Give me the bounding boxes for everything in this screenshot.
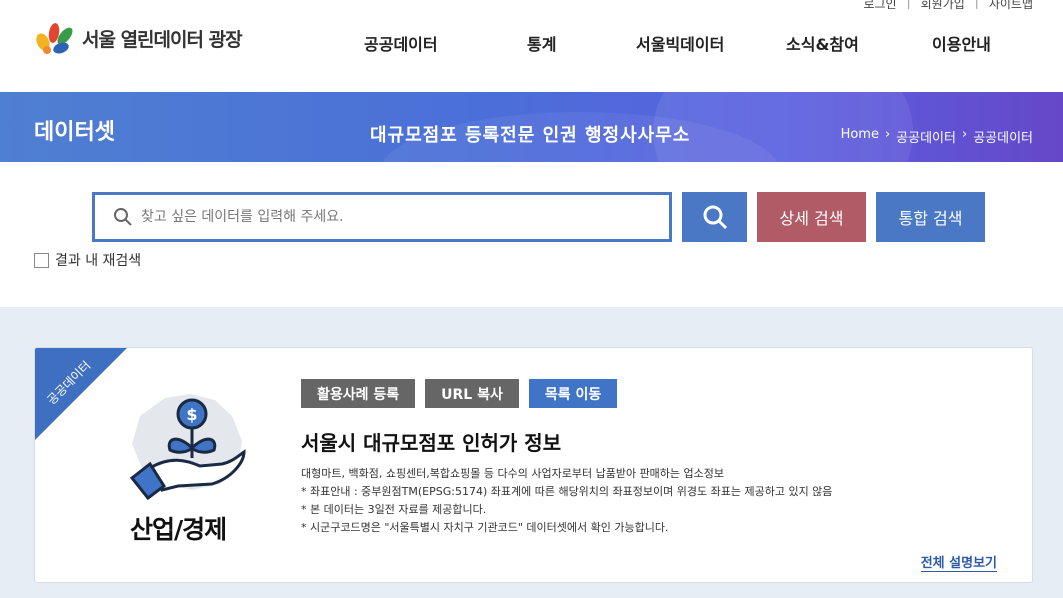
breadcrumb: Home › 공공데이터 › 공공데이터 bbox=[841, 127, 1033, 146]
signup-link[interactable]: 회원가입 bbox=[921, 0, 965, 12]
description-line: 대형마트, 백화점, 쇼핑센터,복합쇼핑몰 등 다수의 사업자로부터 납품받아 … bbox=[301, 467, 725, 480]
search-button[interactable] bbox=[682, 192, 747, 242]
breadcrumb-item[interactable]: 공공데이터 bbox=[973, 127, 1033, 146]
description-line: * 시군구코드명은 "서울특별시 자치구 기관코드" 데이터셋에서 확인 가능합… bbox=[301, 521, 669, 534]
page-banner: 데이터셋 대규모점포 등록전문 인권 행정사사무소 Home › 공공데이터 ›… bbox=[0, 92, 1063, 162]
integrated-search-button[interactable]: 통합 검색 bbox=[876, 192, 985, 242]
nav-seoul-bigdata[interactable]: 서울빅데이터 bbox=[636, 31, 724, 55]
money-plant-icon: $ bbox=[129, 394, 246, 501]
copy-url-button[interactable]: URL 복사 bbox=[425, 379, 519, 408]
research-checkbox[interactable] bbox=[34, 252, 49, 268]
description-line: * 좌표안내 : 중부원점TM(EPSG:5174) 좌표계에 따른 해당위치의… bbox=[301, 485, 833, 498]
divider: | bbox=[906, 0, 911, 9]
register-usecase-button[interactable]: 활용사례 등록 bbox=[301, 379, 416, 408]
search-icon bbox=[114, 208, 132, 226]
category-label: 산업/경제 bbox=[130, 515, 227, 544]
breadcrumb-item[interactable]: 공공데이터 bbox=[896, 127, 956, 146]
research-within-results[interactable]: 결과 내 재검색 bbox=[34, 250, 141, 270]
nav-statistics[interactable]: 통계 bbox=[527, 31, 556, 55]
chevron-right-icon: › bbox=[884, 127, 891, 142]
search-box bbox=[92, 192, 672, 242]
dataset-title: 서울시 대규모점포 인허가 정보 bbox=[301, 431, 562, 455]
nav-public-data[interactable]: 공공데이터 bbox=[364, 31, 438, 55]
login-link[interactable]: 로그인 bbox=[863, 0, 896, 12]
page-title: 데이터셋 bbox=[34, 120, 115, 145]
view-full-description-link[interactable]: 전체 설명보기 bbox=[920, 552, 997, 572]
main-nav: 공공데이터 통계 서울빅데이터 소식&참여 이용안내 bbox=[0, 31, 1063, 55]
svg-text:$: $ bbox=[186, 405, 197, 424]
go-to-list-button[interactable]: 목록 이동 bbox=[528, 379, 618, 408]
detail-search-button[interactable]: 상세 검색 bbox=[757, 192, 866, 242]
description-line: * 본 데이터는 3일전 자료를 제공합니다. bbox=[301, 503, 487, 516]
search-icon bbox=[703, 205, 727, 230]
divider: | bbox=[974, 0, 979, 9]
research-label: 결과 내 재검색 bbox=[55, 253, 142, 269]
card-actions: 활용사례 등록 URL 복사 목록 이동 bbox=[301, 379, 618, 408]
nav-news-participation[interactable]: 소식&참여 bbox=[786, 31, 859, 55]
dataset-description: 대형마트, 백화점, 쇼핑센터,복합쇼핑몰 등 다수의 사업자로부터 납품받아 … bbox=[301, 465, 832, 537]
sitemap-link[interactable]: 사이트맵 bbox=[989, 0, 1033, 12]
nav-guide[interactable]: 이용안내 bbox=[932, 31, 991, 55]
utility-links: 로그인 | 회원가입 | 사이트맵 bbox=[863, 0, 1033, 12]
category-ribbon: 공공데이터 bbox=[35, 348, 127, 440]
breadcrumb-home[interactable]: Home bbox=[841, 127, 879, 146]
banner-subtitle: 대규모점포 등록전문 인권 행정사사무소 bbox=[370, 125, 691, 146]
dataset-card: 공공데이터 $ 산업/경제 활용사례 등록 URL 복사 목록 이동 서울시 대… bbox=[34, 347, 1033, 583]
chevron-right-icon: › bbox=[961, 127, 968, 142]
search-input[interactable] bbox=[141, 209, 641, 225]
page: 로그인 | 회원가입 | 사이트맵 서울 열린데이터 광장 공공데이터 통계 서… bbox=[0, 0, 1063, 598]
